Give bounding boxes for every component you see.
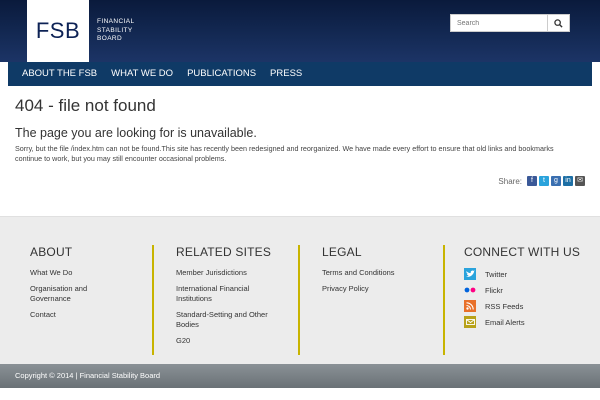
twitter-icon [464, 268, 476, 280]
rss-icon [464, 300, 476, 312]
search-icon [554, 18, 563, 28]
footer-link[interactable]: International Financial Institutions [176, 284, 272, 304]
footer-link[interactable]: Organisation and Governance [30, 284, 130, 304]
logo-word: BOARD [97, 35, 123, 42]
page-title: 404 - file not found [15, 96, 156, 115]
footer-divider [443, 245, 445, 355]
email-icon[interactable]: ✉ [575, 176, 585, 186]
logo-word: FINANCIAL [97, 18, 135, 25]
search-input[interactable] [450, 14, 547, 32]
facebook-icon[interactable]: f [527, 176, 537, 186]
footer-col-legal: Legal Terms and Conditions Privacy Polic… [322, 245, 430, 300]
footer-divider [298, 245, 300, 355]
footer-divider [152, 245, 154, 355]
footer-title-related: Related Sites [176, 245, 272, 259]
footer-link[interactable]: Terms and Conditions [322, 268, 430, 278]
footer-link[interactable]: G20 [176, 336, 284, 346]
footer-link[interactable]: Contact [30, 310, 138, 320]
connect-flickr[interactable]: Flickr [464, 284, 580, 296]
main-nav: About the FSB What We Do Publications Pr… [8, 62, 592, 86]
footer-col-related: Related Sites Member Jurisdictions Inter… [176, 245, 284, 352]
footer-link[interactable]: Standard-Setting and Other Bodies [176, 310, 280, 330]
email-alerts-icon [464, 316, 476, 328]
site-footer: About What We Do Organisation and Govern… [0, 216, 600, 364]
connect-email-alerts[interactable]: Email Alerts [464, 316, 580, 328]
logo-word: STABILITY [97, 26, 133, 34]
connect-rss[interactable]: RSS Feeds [464, 300, 580, 312]
share-bar: Share: f t g in ✉ [498, 176, 585, 186]
footer-title-legal: Legal [322, 245, 362, 259]
search-button[interactable] [547, 14, 570, 32]
flickr-icon [464, 284, 476, 296]
connect-label: Email Alerts [485, 317, 525, 327]
fsb-logo[interactable]: FSB [27, 0, 89, 62]
share-label: Share: [498, 176, 522, 186]
connect-label: Twitter [485, 269, 508, 279]
nav-publications[interactable]: Publications [180, 62, 263, 86]
site-header: FSB FINANCIAL STABILITY BOARD [0, 0, 600, 62]
nav-press[interactable]: Press [263, 62, 309, 86]
page-subtitle: The page you are looking for is unavaila… [15, 126, 257, 140]
footer-link[interactable]: What We Do [30, 268, 138, 278]
nav-about[interactable]: About the FSB [8, 62, 104, 86]
main-content: 404 - file not found The page you are lo… [15, 96, 585, 164]
footer-col-connect: Connect with us Twitter Flickr RSS Feeds [464, 245, 580, 332]
logo-words: FINANCIAL STABILITY BOARD [97, 18, 135, 44]
copyright-text: Copyright © 2014 | Financial Stability B… [15, 371, 161, 380]
connect-label: RSS Feeds [485, 301, 524, 311]
linkedin-icon[interactable]: in [563, 176, 573, 186]
logo-text: FSB [35, 18, 81, 43]
footer-col-about: About What We Do Organisation and Govern… [30, 245, 138, 326]
footer-title-about: About [30, 245, 73, 259]
footer-link[interactable]: Member Jurisdictions [176, 268, 284, 278]
copyright-bar: Copyright © 2014 | Financial Stability B… [0, 364, 600, 388]
error-message: Sorry, but the file /index.htm can not b… [15, 144, 554, 163]
connect-twitter[interactable]: Twitter [464, 268, 580, 280]
bottom-strip [0, 388, 600, 400]
twitter-icon[interactable]: t [539, 176, 549, 186]
google-plus-icon[interactable]: g [551, 176, 561, 186]
footer-title-connect: Connect with us [464, 245, 581, 259]
connect-label: Flickr [485, 285, 503, 295]
nav-what-we-do[interactable]: What We Do [104, 62, 180, 86]
footer-link[interactable]: Privacy Policy [322, 284, 430, 294]
search-box [450, 14, 570, 32]
